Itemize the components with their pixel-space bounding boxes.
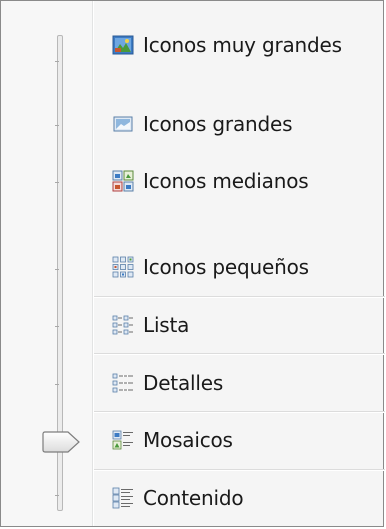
slider-thumb[interactable] xyxy=(41,431,81,457)
menu-item-small-icons[interactable]: Iconos pequeños xyxy=(94,252,385,282)
menu-item-label: Iconos pequeños xyxy=(143,255,309,279)
menu-item-label: Iconos medianos xyxy=(143,169,309,193)
large-icons-icon xyxy=(113,116,133,132)
slider-tick xyxy=(55,269,59,270)
menu-item-label: Iconos grandes xyxy=(143,112,293,136)
menu-separator-highlight xyxy=(94,470,385,471)
menu-item-large-icons[interactable]: Iconos grandes xyxy=(94,109,385,139)
menu-item-tiles[interactable]: Mosaicos xyxy=(94,425,385,455)
menu-item-medium-icons[interactable]: Iconos medianos xyxy=(94,166,385,196)
view-options-menu: Iconos muy grandes Iconos grandes Iconos… xyxy=(0,0,385,527)
menu-item-label: Lista xyxy=(143,313,190,337)
list-icon xyxy=(112,315,133,335)
menu-item-extra-large-icons[interactable]: Iconos muy grandes xyxy=(94,30,385,60)
menu-item-label: Mosaicos xyxy=(143,428,233,452)
details-icon xyxy=(112,373,133,393)
menu-item-label: Iconos muy grandes xyxy=(143,33,342,57)
slider-tick xyxy=(55,182,59,183)
small-icons-icon xyxy=(112,256,134,278)
menu-item-list[interactable]: Lista xyxy=(94,310,385,340)
tiles-icon xyxy=(112,430,133,450)
slider-tick xyxy=(55,61,59,62)
extra-large-icons-icon xyxy=(112,35,134,55)
menu-separator-highlight xyxy=(94,297,385,298)
menu-item-details[interactable]: Detalles xyxy=(94,368,385,398)
view-size-slider-panel xyxy=(1,1,93,526)
menu-separator-highlight xyxy=(94,412,385,413)
content-icon xyxy=(112,487,133,509)
slider-tick xyxy=(55,125,59,126)
menu-separator-highlight xyxy=(94,354,385,355)
medium-icons-icon xyxy=(112,170,134,192)
menu-item-content[interactable]: Contenido xyxy=(94,483,385,513)
slider-tick xyxy=(55,384,59,385)
menu-item-label: Detalles xyxy=(143,371,224,395)
slider-tick xyxy=(55,495,59,496)
slider-tick xyxy=(55,326,59,327)
menu-item-label: Contenido xyxy=(143,486,244,510)
